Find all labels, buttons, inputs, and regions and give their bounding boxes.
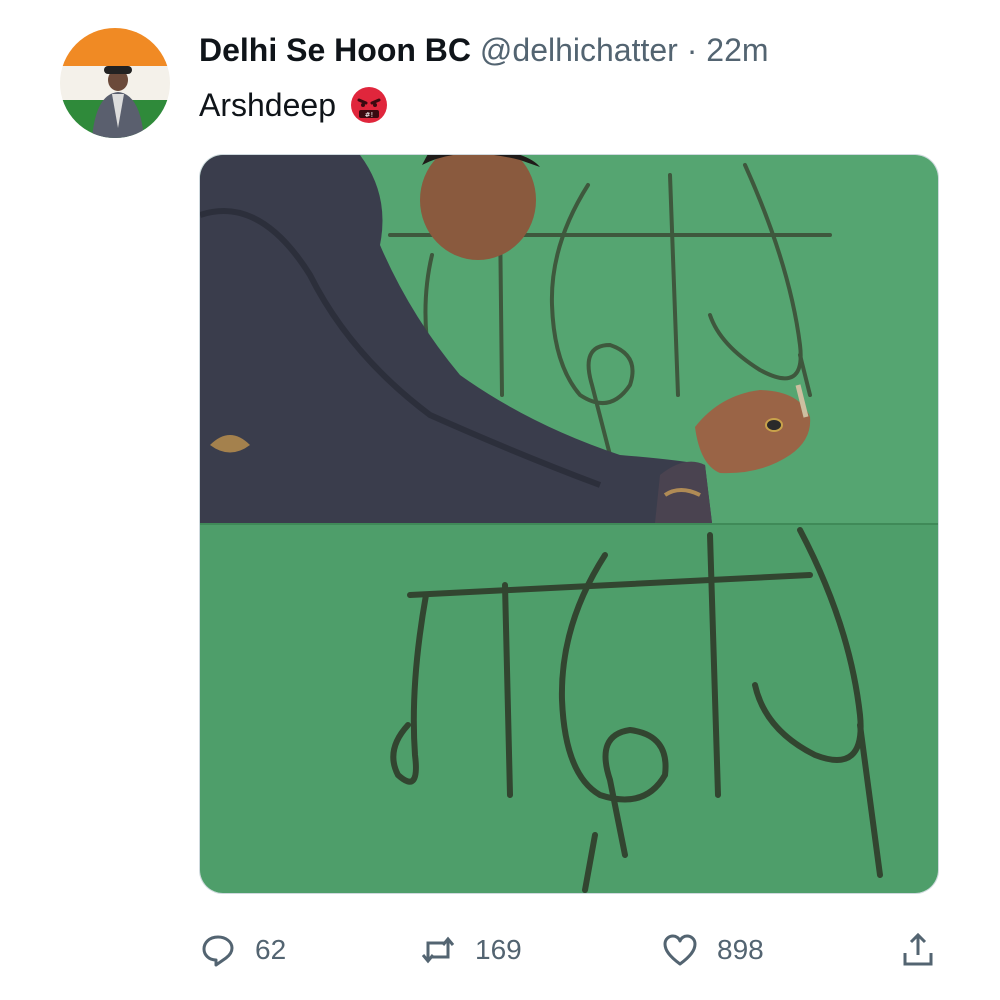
user-handle[interactable]: @delhichatter (480, 32, 678, 68)
avatar[interactable] (60, 28, 170, 138)
tweet-text: Arshdeep #! (199, 86, 388, 124)
tweet-header: Delhi Se Hoon BC @delhichatter · 22m (199, 32, 769, 69)
share-icon (903, 932, 933, 966)
angry-face-with-symbols-icon: #! (350, 87, 387, 123)
tweet-media-photo[interactable] (199, 154, 939, 894)
meta-separator: · (686, 32, 698, 68)
display-name[interactable]: Delhi Se Hoon BC (199, 32, 471, 68)
tweet-actions: 62 169 898 (199, 928, 941, 972)
heart-icon (663, 934, 697, 966)
reply-count: 62 (255, 934, 287, 965)
photo-man-writing-on-green-wall (200, 155, 938, 893)
reply-icon (202, 935, 234, 967)
like-count: 898 (717, 934, 764, 965)
profile-avatar-icon (60, 28, 170, 138)
share-button[interactable] (899, 928, 937, 972)
retweet-count: 169 (475, 934, 522, 965)
like-button[interactable]: 898 (661, 928, 764, 972)
tweet-text-content: Arshdeep (199, 86, 336, 123)
tweet-time[interactable]: 22m (706, 32, 768, 68)
reply-button[interactable]: 62 (199, 928, 286, 972)
svg-text:#!: #! (365, 111, 374, 119)
retweet-button[interactable]: 169 (419, 928, 522, 972)
retweet-icon (421, 936, 455, 964)
